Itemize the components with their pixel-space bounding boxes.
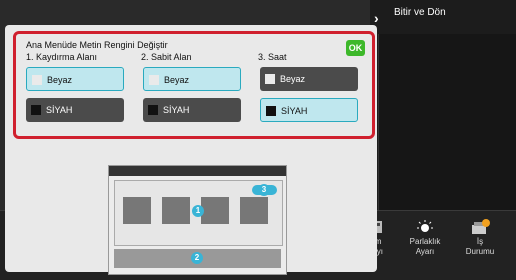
black-swatch-icon (266, 106, 276, 116)
preview-block (162, 197, 190, 224)
column-header-fixed-area: 2. Sabit Alan (141, 52, 192, 62)
brightness-icon (417, 220, 433, 232)
black-swatch-icon (148, 105, 158, 115)
preview-block (123, 197, 151, 224)
preview-block (201, 197, 229, 224)
clock-white-option[interactable]: Beyaz (260, 67, 358, 91)
column-header-scroll-area: 1. Kaydırma Alanı (26, 52, 98, 62)
option-label: Beyaz (280, 74, 306, 84)
finish-and-return-button[interactable]: › Bitir ve Dön (370, 0, 516, 34)
option-label: Beyaz (164, 75, 190, 85)
option-label: Beyaz (47, 75, 73, 85)
chevron-right-icon: › (374, 10, 379, 26)
option-label: SİYAH (163, 105, 190, 115)
preview-scroll-area: 3 1 (114, 180, 283, 246)
badge-1: 1 (192, 205, 204, 217)
screen: › Bitir ve Dön lam Sayı Parlaklık Ayarı … (0, 0, 516, 280)
ok-button[interactable]: OK (346, 40, 365, 56)
preview-block (240, 197, 268, 224)
bottom-item-brightness-label2: Ayarı (415, 247, 435, 256)
badge-3: 3 (258, 184, 270, 196)
white-swatch-icon (149, 75, 159, 85)
preview-fixed-area: 2 (114, 249, 281, 268)
bottom-item-job-status-label1: İş (476, 237, 484, 246)
black-swatch-icon (31, 105, 41, 115)
column-header-clock: 3. Saat (258, 52, 287, 62)
preview-top-bar (109, 166, 286, 176)
preview-diagram: 3 1 2 (108, 165, 287, 275)
bottom-item-brightness-label1: Parlaklık (409, 237, 441, 246)
option-label: SİYAH (46, 105, 73, 115)
white-swatch-icon (265, 74, 275, 84)
scroll-area-black-option[interactable]: SİYAH (26, 98, 124, 122)
white-swatch-icon (32, 75, 42, 85)
option-label: SİYAH (281, 106, 308, 116)
clock-black-option[interactable]: SİYAH (260, 98, 358, 122)
job-status-icon (472, 219, 490, 234)
dialog-title: Ana Menüde Metin Rengini Değiştir (26, 40, 168, 50)
scroll-area-white-option[interactable]: Beyaz (26, 67, 124, 91)
badge-2: 2 (191, 252, 203, 264)
bottom-item-job-status-label2: Durumu (465, 247, 495, 256)
fixed-area-black-option[interactable]: SİYAH (143, 98, 241, 122)
background-panel (378, 34, 516, 214)
fixed-area-white-option[interactable]: Beyaz (143, 67, 241, 91)
bottom-item-job-status[interactable]: İş Durumu (455, 211, 505, 280)
color-settings-panel: Ana Menüde Metin Rengini Değiştir OK 1. … (13, 31, 375, 139)
bottom-item-brightness[interactable]: Parlaklık Ayarı (400, 211, 450, 280)
finish-label: Bitir ve Dön (394, 7, 446, 18)
